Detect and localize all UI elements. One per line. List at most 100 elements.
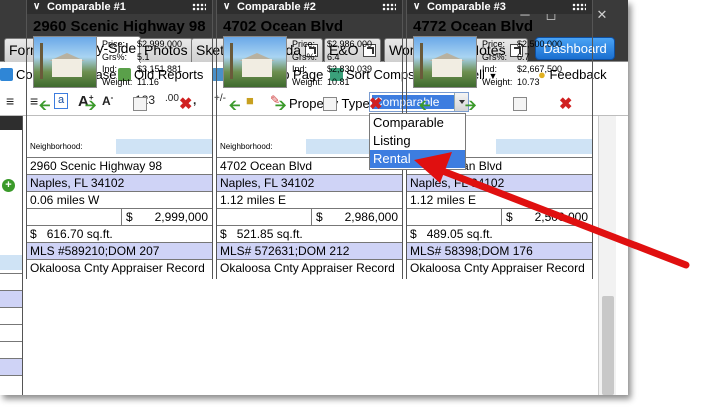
comp-header-label: Comparable #2	[237, 1, 316, 13]
stat-ind: $2,830,039	[327, 64, 373, 74]
subject-column-partial: +	[0, 116, 23, 395]
currency-label: $	[30, 227, 37, 241]
sale-price-row[interactable]: $2,500,000	[407, 208, 592, 225]
delete-icon[interactable]: ✖	[369, 97, 382, 113]
comp-stats: Price: $2,986,000 Grs%: 6.4 Ind: $2,830,039…	[292, 38, 372, 88]
sqft-label: sq.ft.	[466, 227, 493, 241]
stat-grs: 5.1	[137, 51, 150, 62]
empty-cell	[407, 209, 502, 225]
collapse-icon[interactable]: ∨	[223, 0, 230, 14]
mls-row[interactable]: MLS# 58398;DOM 176	[407, 242, 592, 259]
stat-label: Weight:	[102, 76, 133, 87]
source-row[interactable]: Okaloosa Cnty Appraiser Record	[27, 259, 212, 276]
price-per-sqft-row[interactable]: $ 616.70 sq.ft.	[27, 225, 212, 242]
column-header	[0, 116, 22, 130]
comp-rows: 4702 Ocean Blvd Naples, FL 34102 1.12 mi…	[217, 157, 402, 276]
price-per-sqft-value: 489.05	[426, 227, 464, 241]
palm-tree-graphic	[230, 43, 233, 79]
move-left-icon[interactable]: 🡨	[229, 97, 240, 113]
stat-weight: 10.81	[327, 76, 350, 87]
comp-address-title: 2960 Scenic Highway 98	[33, 18, 206, 35]
move-left-icon[interactable]: 🡨	[419, 97, 430, 113]
source-row[interactable]: Okaloosa Cnty Appraiser Record	[407, 259, 592, 276]
option-comparable[interactable]: Comparable	[370, 114, 465, 132]
move-right-icon[interactable]: 🡪	[275, 97, 286, 113]
city-row[interactable]: Naples, FL 34102	[217, 174, 402, 191]
copy-icon[interactable]	[323, 97, 337, 111]
drag-handle-icon[interactable]	[382, 3, 396, 11]
comp-header: ∨ Comparable #2	[217, 0, 402, 14]
move-right-icon[interactable]: 🡪	[85, 97, 96, 113]
street-row[interactable]: 2960 Scenic Highway 98	[27, 157, 212, 174]
distance-row[interactable]: 1.12 miles E	[217, 191, 402, 208]
stat-price: $2,500,000	[517, 39, 563, 49]
add-icon[interactable]: +	[2, 179, 15, 192]
delete-icon[interactable]: ✖	[179, 97, 192, 113]
comp-photo[interactable]	[413, 36, 477, 88]
city-row[interactable]: Naples, FL 34102	[407, 174, 592, 191]
source-row[interactable]: Okaloosa Cnty Appraiser Record	[217, 259, 402, 276]
stat-ind: $2,667,500	[517, 64, 563, 74]
stat-price: $2,999,000	[137, 39, 183, 49]
move-right-icon[interactable]: 🡪	[465, 97, 476, 113]
drag-handle-icon[interactable]	[572, 3, 586, 11]
neighborhood-field[interactable]	[496, 139, 592, 154]
mls-row[interactable]: MLS #589210;DOM 207	[27, 242, 212, 259]
comp-photo[interactable]	[33, 36, 97, 88]
close-icon[interactable]: ✕	[592, 6, 612, 24]
comp-actions: 🡨 🡪 ✖	[33, 97, 203, 115]
collapse-icon[interactable]: ∨	[413, 0, 420, 14]
option-rental[interactable]: Rental	[370, 150, 465, 168]
stat-grs: 6.7	[517, 51, 530, 62]
comp-header-label: Comparable #1	[47, 1, 126, 13]
sale-price-cell: $2,500,000	[503, 209, 592, 225]
copy-icon[interactable]	[513, 97, 527, 111]
delete-icon[interactable]: ✖	[559, 97, 572, 113]
stat-weight: 11.16	[137, 76, 159, 87]
collapse-icon[interactable]: ∨	[33, 0, 40, 14]
price-per-sqft-row[interactable]: $ 489.05 sq.ft.	[407, 225, 592, 242]
currency-label: $	[126, 210, 133, 224]
table-row	[0, 290, 22, 307]
vertical-scrollbar[interactable]	[598, 116, 616, 395]
stat-weight: 10.73	[517, 76, 540, 87]
comp-header: ∨ Comparable #1	[27, 0, 212, 14]
palm-tree-graphic	[420, 43, 423, 79]
option-listing[interactable]: Listing	[370, 132, 465, 150]
currency-label: $	[410, 227, 417, 241]
price-per-sqft-value: 616.70	[46, 227, 84, 241]
scrollbar-thumb[interactable]	[602, 296, 614, 395]
move-left-icon[interactable]: 🡨	[39, 97, 50, 113]
mls-row[interactable]: MLS# 572631;DOM 212	[217, 242, 402, 259]
comp-stats: Price: $2,500,000 Grs%: 6.7 Ind: $2,667,500…	[482, 38, 562, 88]
sqft-label: sq.ft.	[86, 227, 113, 241]
sale-price-row[interactable]: $2,986,000	[217, 208, 402, 225]
neighborhood-field[interactable]	[116, 139, 212, 154]
stat-label: Price:	[102, 39, 126, 49]
sale-price-cell: $2,999,000	[123, 209, 212, 225]
stat-label: Grs%:	[482, 51, 508, 62]
stat-label: Ind:	[482, 64, 498, 74]
sale-price-row[interactable]: $2,999,000	[27, 208, 212, 225]
drag-handle-icon[interactable]	[192, 3, 206, 11]
city-row[interactable]: Naples, FL 34102	[27, 174, 212, 191]
align-left-icon[interactable]: ≡	[6, 93, 14, 109]
distance-row[interactable]: 0.06 miles W	[27, 191, 212, 208]
sale-price-value: 2,999,000	[154, 210, 208, 224]
price-per-sqft-row[interactable]: $ 521.85 sq.ft.	[217, 225, 402, 242]
comp-photo[interactable]	[223, 36, 287, 88]
table-row	[0, 324, 22, 341]
stat-label: Weight:	[482, 76, 513, 87]
stat-price: $2,986,000	[327, 39, 373, 49]
stat-ind: $3,151,881	[137, 64, 183, 74]
copy-icon[interactable]	[133, 97, 147, 111]
sqft-label: sq.ft.	[276, 227, 303, 241]
stat-label: Ind:	[102, 64, 118, 74]
database-icon	[0, 68, 13, 81]
table-row	[0, 307, 22, 324]
distance-row[interactable]: 1.12 miles E	[407, 191, 592, 208]
sale-price-cell: $2,986,000	[313, 209, 402, 225]
table-row	[0, 375, 22, 392]
comp-address-title: 4702 Ocean Blvd	[223, 18, 344, 35]
comp-actions: 🡨 🡪 ✖	[223, 97, 393, 115]
